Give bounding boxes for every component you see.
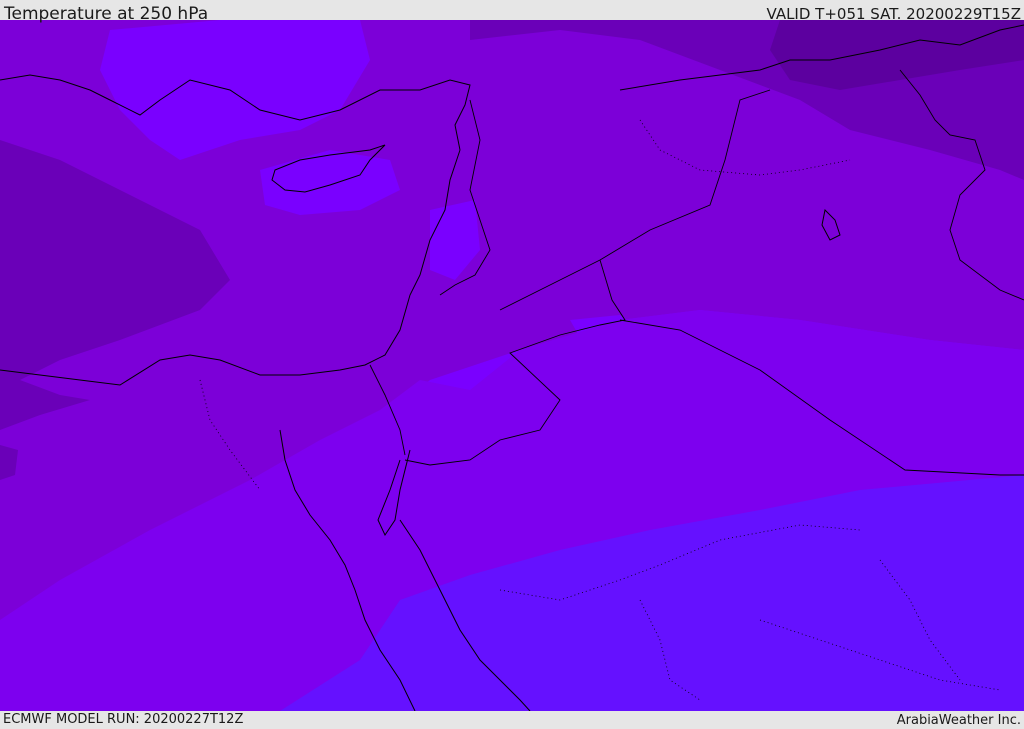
valid-time: VALID T+051 SAT. 20200229T15Z [766, 5, 1021, 23]
map-title: Temperature at 250 hPa [4, 4, 209, 24]
model-run: ECMWF MODEL RUN: 20200227T12Z [3, 712, 244, 727]
map-canvas [0, 20, 1024, 711]
credit-label: ArabiaWeather Inc. [896, 713, 1021, 728]
weather-map-frame: Temperature at 250 hPa VALID T+051 SAT. … [0, 0, 1024, 729]
temperature-map [0, 20, 1024, 711]
